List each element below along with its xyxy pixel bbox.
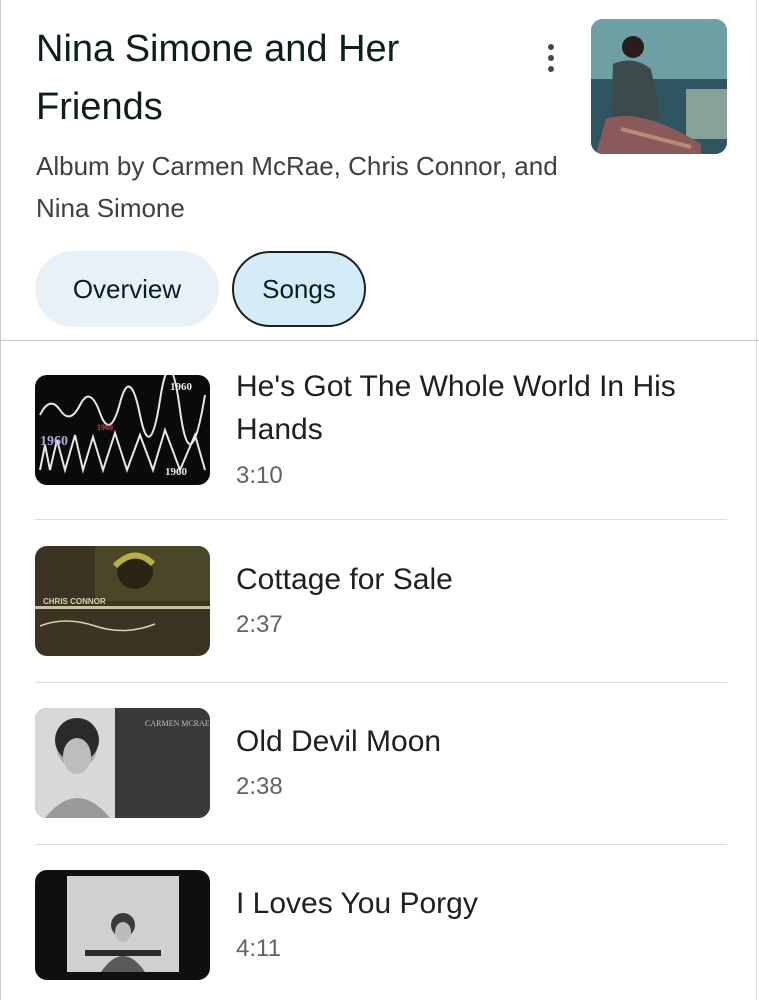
- song-thumbnail-art: 1960 1960 1960 1960: [35, 375, 210, 485]
- thumb-text-4: 1960: [97, 423, 113, 432]
- divider: [35, 682, 727, 683]
- song-thumbnail: CARMEN MCRAE: [35, 708, 210, 818]
- song-row[interactable]: CARMEN MCRAE Old Devil Moon 2:38: [35, 708, 727, 818]
- song-row[interactable]: CHRIS CONNOR Cottage for Sale 2:37: [35, 546, 727, 656]
- tab-songs[interactable]: Songs: [232, 251, 366, 327]
- song-title: I Loves You Porgy: [236, 887, 478, 920]
- album-subtitle: Album by Carmen McRae, Chris Connor, and…: [36, 151, 558, 223]
- more-options-button[interactable]: [533, 38, 569, 78]
- thumb-text-3: 1960: [165, 466, 188, 478]
- thumb-text: 1960: [40, 434, 68, 449]
- song-thumbnail-art: CHRIS CONNOR: [35, 546, 210, 656]
- song-thumbnail: 1960 1960 1960 1960: [35, 375, 210, 485]
- song-duration: 3:10: [236, 462, 283, 489]
- tab-overview-label: Overview: [72, 273, 182, 304]
- more-vert-icon-dot: [548, 55, 554, 61]
- song-row[interactable]: 1960 1960 1960 1960 He's Got The Whole W…: [35, 370, 727, 489]
- more-vert-icon: [548, 44, 554, 50]
- song-duration: 4:11: [236, 935, 281, 962]
- divider: [1, 340, 759, 341]
- divider: [35, 519, 727, 520]
- thumb-text-2: 1960: [170, 381, 193, 393]
- album-card: Nina Simone and Her Friends Album by Car…: [0, 0, 759, 1000]
- tab-overview[interactable]: Overview: [35, 251, 219, 327]
- thumb-text: CARMEN MCRAE: [145, 719, 210, 728]
- song-title: Cottage for Sale: [236, 563, 453, 596]
- song-duration: 2:37: [236, 611, 283, 638]
- album-cover-image[interactable]: [591, 19, 727, 154]
- more-vert-icon-dot: [548, 66, 554, 72]
- song-row[interactable]: I Loves You Porgy 4:11: [35, 870, 727, 980]
- album-cover-art: [591, 19, 727, 154]
- divider: [35, 844, 727, 845]
- tab-songs-label: Songs: [262, 273, 336, 304]
- song-thumbnail-art: CARMEN MCRAE: [35, 708, 210, 818]
- thumb-text: CHRIS CONNOR: [43, 597, 106, 606]
- song-thumbnail: CHRIS CONNOR: [35, 546, 210, 656]
- song-thumbnail-art: [35, 870, 210, 980]
- song-title: He's Got The Whole World In His Hands: [236, 370, 676, 446]
- song-duration: 2:38: [236, 773, 283, 800]
- album-title: Nina Simone and Her Friends: [36, 28, 400, 128]
- song-title: Old Devil Moon: [236, 725, 442, 758]
- song-thumbnail: [35, 870, 210, 980]
